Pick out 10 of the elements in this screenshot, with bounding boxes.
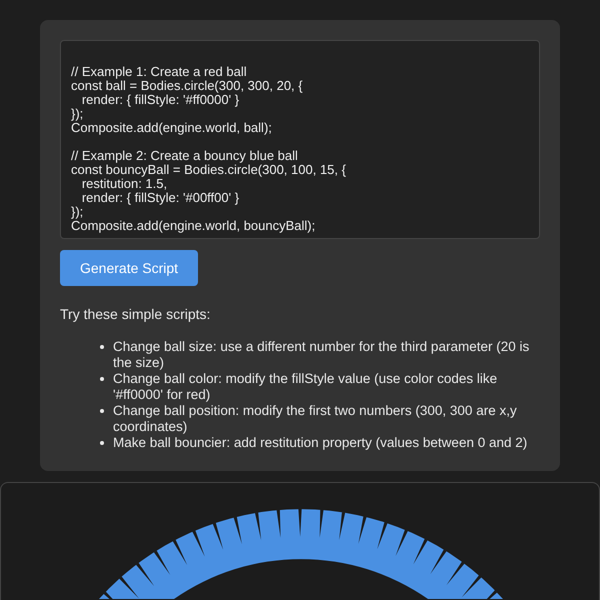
bullet-icon	[100, 345, 104, 349]
code-editor[interactable]: // Example 1: Create a red ball const ball = Bodies.circle(300, 300, 20, { render: { fillStyle: '#ff0000' } }); Composite.add(engine.world, ball); // Example 2: Create a bouncy blue ball const bouncyBall = Bodies.circle(300, 100, 15, { restitution: 1.5, render: { fillStyle: '#00ff00' } }); Composite.add(engine.world, bouncyBall);	[60, 40, 540, 239]
help-item: Make ball bouncier: add restitution property (values between 0 and 2)	[113, 435, 528, 451]
help-item: Change ball position: modify the first two numbers (300, 300 are x,y coordinates)	[113, 403, 518, 435]
bullet-icon	[100, 377, 104, 381]
help-heading: Try these simple scripts:	[60, 305, 212, 324]
help-item: Change ball size: use a different number for the third parameter (20 is the size)	[113, 339, 530, 371]
help-item: Change ball color: modify the fillStyle value (use color codes like '#ff0000' for red)	[113, 371, 498, 403]
bullet-icon	[100, 409, 104, 413]
bullet-icon	[100, 441, 104, 445]
